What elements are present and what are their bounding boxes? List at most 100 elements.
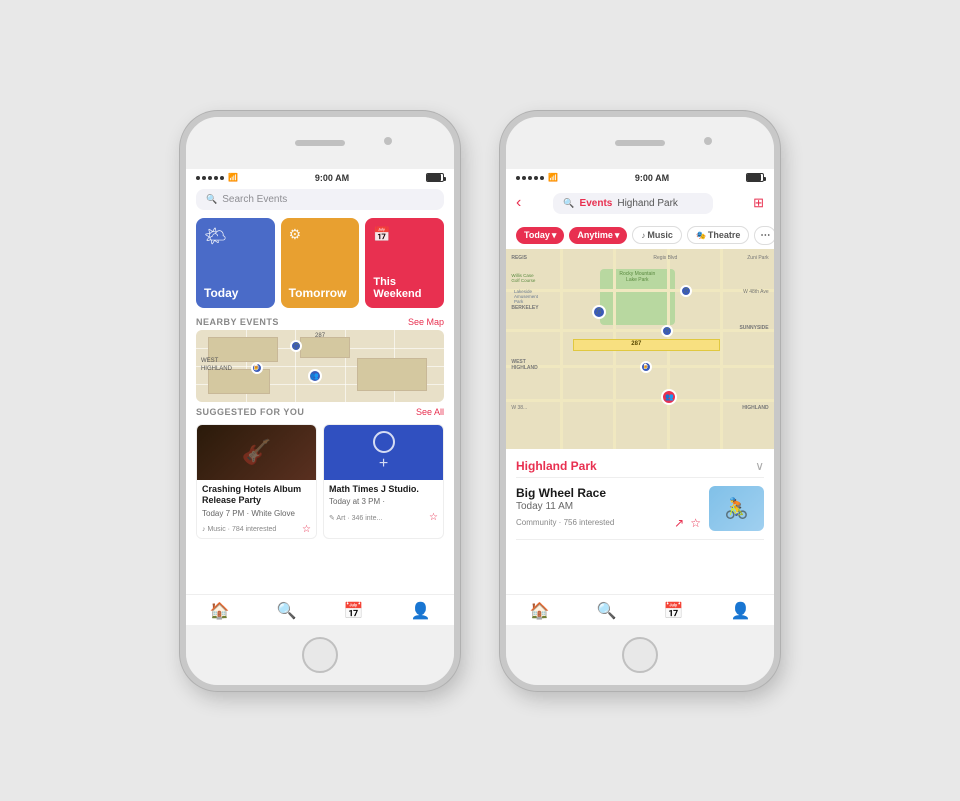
event-card-1-footer: ♪ Music · 784 interested ☆	[197, 522, 316, 538]
event-card-1-body: Crashing Hotels Album Release Party Toda…	[197, 480, 316, 522]
suggested-events: 🎸 Crashing Hotels Album Release Party To…	[186, 420, 454, 543]
label-w38: W 38...	[511, 405, 527, 411]
label-w48: W 48th Ave	[743, 289, 768, 295]
phone-2: 📶 9:00 AM ‹ 🔍 Events Highand Park ⊞ Toda…	[500, 111, 780, 691]
filter-settings-icon[interactable]: ⊞	[753, 195, 764, 211]
filter-more[interactable]: ⋯	[754, 226, 774, 245]
event-actions: ↗ ☆	[674, 516, 701, 530]
tile-today-label: Today	[204, 286, 267, 300]
filter-anytime-chevron: ▾	[615, 230, 620, 241]
see-map-link[interactable]: See Map	[408, 317, 444, 327]
tile-weekend[interactable]: 📅 This Weekend	[365, 218, 444, 308]
filter-theatre-label: Theatre	[708, 230, 741, 240]
label-highland: HIGHLAND	[742, 405, 768, 411]
bottom-nav-1: 🏠 🔍 📅 👤	[186, 594, 454, 625]
search-bar-1[interactable]: 🔍 Search Events	[196, 189, 444, 210]
filter-anytime[interactable]: Anytime ▾	[569, 227, 627, 244]
phone-1: 📶 9:00 AM 🔍 Search Events 🌤 Today ⚙ Tomo…	[180, 111, 460, 691]
highway-label: 287	[629, 341, 643, 347]
label-regis-blvd: Regis Blvd	[653, 255, 677, 261]
filter-music[interactable]: ♪ Music	[632, 226, 682, 244]
home-button-1[interactable]	[302, 637, 338, 673]
golf-label: Willis CaseGolf Course	[511, 273, 535, 285]
filter-bar: Today ▾ Anytime ▾ ♪ Music 🎭 Theatre ⋯	[506, 222, 774, 249]
event-row-1-time: Today 11 AM	[516, 501, 701, 512]
tile-weekend-icon: 📅	[373, 226, 436, 243]
event-card-2[interactable]: + Math Times J Studio. Today at 3 PM · ✎…	[323, 424, 444, 539]
map-pin-3: 👥	[308, 369, 322, 383]
nav-profile-2[interactable]: 👤	[707, 601, 774, 621]
event-row-1-image: 🚴	[709, 486, 764, 531]
nav-profile-1[interactable]: 👤	[387, 601, 454, 621]
battery-2	[746, 173, 764, 182]
event-row-1-info: Big Wheel Race Today 11 AM Community · 7…	[516, 486, 701, 531]
filter-today[interactable]: Today ▾	[516, 227, 564, 244]
share-icon[interactable]: ↗	[674, 516, 684, 530]
status-bar-2: 📶 9:00 AM	[506, 169, 774, 185]
event-card-1-title: Crashing Hotels Album Release Party	[202, 484, 311, 507]
map-pin-p2-4: 🎵	[680, 285, 692, 297]
search-placeholder-1: Search Events	[222, 194, 287, 205]
filter-anytime-label: Anytime	[577, 230, 613, 240]
event-card-1-meta: Today 7 PM · White Glove	[202, 509, 311, 518]
nav-home-2[interactable]: 🏠	[506, 601, 573, 621]
battery-1	[426, 173, 444, 182]
favorite-icon-2[interactable]: ☆	[429, 512, 438, 523]
map-label-highland: HIGHLAND	[201, 366, 232, 372]
battery-fill-1	[427, 174, 441, 181]
map-label-west: WEST	[201, 358, 218, 364]
nearby-title: NEARBY EVENTS	[196, 317, 279, 327]
nav-search-1[interactable]: 🔍	[253, 601, 320, 621]
filter-theatre[interactable]: 🎭 Theatre	[687, 226, 749, 244]
filter-music-label: Music	[647, 230, 673, 240]
map-pin-p2-3: 🎵	[661, 325, 673, 337]
location-name: Highland Park	[516, 459, 597, 473]
time-2: 9:00 AM	[635, 173, 669, 183]
phone-top-2	[506, 117, 774, 169]
event-card-1-image: 🎸	[197, 425, 316, 480]
screen-1: 📶 9:00 AM 🔍 Search Events 🌤 Today ⚙ Tomo…	[186, 169, 454, 625]
see-all-link[interactable]: See All	[416, 407, 444, 417]
favorite-icon-1[interactable]: ☆	[302, 524, 311, 535]
map-road-v1	[560, 249, 563, 449]
main-map[interactable]: Rocky MountainLake Park 287 REGIS Regis …	[506, 249, 774, 449]
event-row-1[interactable]: Big Wheel Race Today 11 AM Community · 7…	[516, 478, 764, 540]
location-header: Highland Park ∨	[516, 455, 764, 478]
map-road-h1	[506, 289, 774, 292]
nav-calendar-2[interactable]: 📅	[640, 601, 707, 621]
bottom-nav-2: 🏠 🔍 📅 👤	[506, 594, 774, 625]
signal-area: 📶	[196, 173, 238, 182]
home-button-2[interactable]	[622, 637, 658, 673]
phone-bottom-2	[506, 625, 774, 685]
wifi-icon-1: 📶	[228, 173, 238, 182]
back-button[interactable]: ‹	[516, 194, 521, 212]
search-label-2: Events	[580, 198, 613, 209]
tile-weekend-label: This Weekend	[373, 276, 436, 300]
label-berkley: BERKELEY	[511, 305, 538, 311]
nav-search-2[interactable]: 🔍	[573, 601, 640, 621]
favorite-icon-3[interactable]: ☆	[690, 516, 701, 530]
nearby-map[interactable]: 🎵 🍺 👥 287 WEST HIGHLAND	[196, 330, 444, 402]
tile-today[interactable]: 🌤 Today	[196, 218, 275, 308]
wifi-icon-2: 📶	[548, 173, 558, 182]
status-bar-1: 📶 9:00 AM	[186, 169, 454, 185]
nav-home-1[interactable]: 🏠	[186, 601, 253, 621]
header-row-2: ‹ 🔍 Events Highand Park ⊞	[506, 185, 774, 222]
event-card-1[interactable]: 🎸 Crashing Hotels Album Release Party To…	[196, 424, 317, 539]
camera-1	[384, 137, 392, 145]
event-card-1-tag: ♪ Music · 784 interested	[202, 526, 276, 533]
map-block	[357, 358, 426, 390]
camera-2	[704, 137, 712, 145]
time-1: 9:00 AM	[315, 173, 349, 183]
map-road-h4	[506, 399, 774, 402]
location-section: Highland Park ∨ Big Wheel Race Today 11 …	[506, 449, 774, 594]
highway	[573, 339, 720, 351]
nav-calendar-1[interactable]: 📅	[320, 601, 387, 621]
event-card-2-image: +	[324, 425, 443, 480]
search-bar-2[interactable]: 🔍 Events Highand Park	[553, 193, 713, 214]
map-road-h2	[506, 329, 774, 332]
location-chevron[interactable]: ∨	[755, 459, 764, 473]
tile-tomorrow[interactable]: ⚙ Tomorrow	[281, 218, 360, 308]
map-block	[208, 337, 277, 362]
category-tiles: 🌤 Today ⚙ Tomorrow 📅 This Weekend	[186, 214, 454, 312]
